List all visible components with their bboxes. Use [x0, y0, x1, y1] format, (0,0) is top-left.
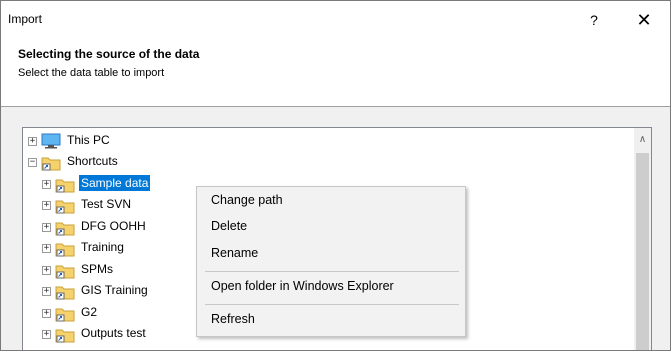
vertical-scrollbar[interactable]: ∧	[634, 128, 651, 350]
shortcut-folder-icon	[55, 197, 75, 214]
scroll-thumb[interactable]	[636, 153, 649, 350]
expand-icon[interactable]: +	[42, 244, 51, 253]
header-title: Selecting the source of the data	[18, 47, 200, 61]
tree-item-label[interactable]: GIS Training	[79, 282, 150, 298]
shortcut-folder-icon	[41, 154, 61, 171]
dialog-title: Import	[8, 12, 43, 26]
expand-icon[interactable]: +	[42, 330, 51, 339]
tree-item-label[interactable]: DFG OOHH	[79, 218, 148, 234]
wizard-header: Selecting the source of the data Select …	[1, 39, 670, 107]
shortcut-folder-icon	[55, 262, 75, 279]
tree-item[interactable]: − Shortcuts	[23, 152, 633, 173]
shortcut-folder-icon	[55, 240, 75, 257]
tree-item-label[interactable]: G2	[79, 304, 99, 320]
close-button[interactable]: ✕	[629, 6, 659, 34]
shortcut-folder-icon	[55, 176, 75, 193]
computer-icon	[41, 133, 61, 149]
expand-icon[interactable]: +	[28, 137, 37, 146]
expand-icon[interactable]: +	[42, 223, 51, 232]
tree-item-label[interactable]: Shortcuts	[65, 153, 120, 169]
context-menu: Change path Delete Rename Open folder in Wi…	[196, 186, 466, 337]
tree-item-label[interactable]: Test SVN	[79, 196, 133, 212]
shortcut-folder-icon	[55, 283, 75, 300]
expand-icon[interactable]: +	[42, 266, 51, 275]
menu-separator	[205, 271, 459, 272]
menu-separator	[205, 304, 459, 305]
tree-item-label[interactable]: Training	[79, 239, 126, 255]
header-subtitle: Select the data table to import	[18, 67, 165, 79]
context-menu-item[interactable]: Open folder in Windows Explorer	[211, 279, 394, 293]
shortcut-folder-icon	[55, 326, 75, 343]
shortcut-folder-icon	[55, 305, 75, 322]
context-menu-item[interactable]: Refresh	[211, 312, 255, 326]
tree-item-label[interactable]: SPMs	[79, 261, 115, 277]
expand-icon[interactable]: +	[42, 201, 51, 210]
context-menu-item[interactable]: Delete	[211, 219, 247, 233]
shortcut-folder-icon	[55, 219, 75, 236]
expand-icon[interactable]: +	[42, 180, 51, 189]
expand-icon[interactable]: +	[42, 309, 51, 318]
scroll-up-arrow-icon[interactable]: ∧	[634, 134, 651, 146]
tree-item[interactable]: + This PC	[23, 131, 633, 152]
tree-item-label[interactable]: Outputs test	[79, 325, 148, 341]
collapse-icon[interactable]: −	[28, 158, 37, 167]
context-menu-item[interactable]: Change path	[211, 193, 283, 207]
title-bar: Import ? ✕	[1, 1, 670, 39]
expand-icon[interactable]: +	[42, 287, 51, 296]
tree-item-label[interactable]: This PC	[65, 132, 112, 148]
context-menu-item[interactable]: Rename	[211, 246, 258, 260]
help-button[interactable]: ?	[579, 6, 609, 34]
tree-item-label[interactable]: Sample data	[79, 175, 151, 191]
